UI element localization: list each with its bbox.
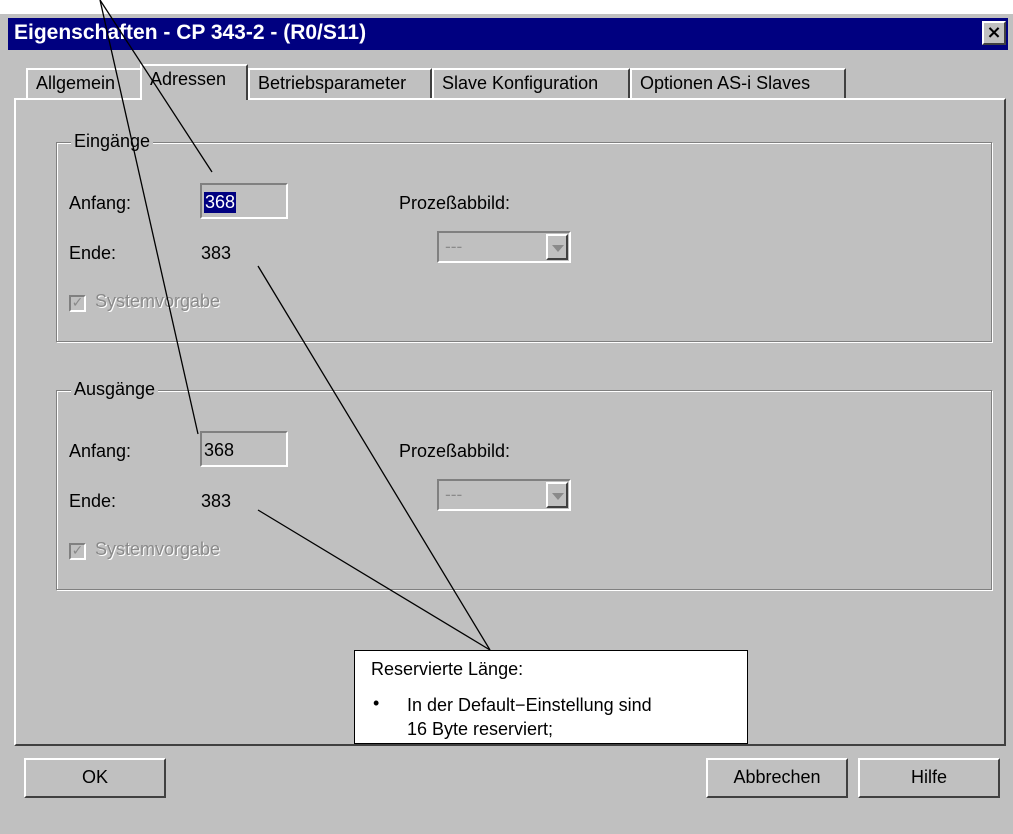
tab-slave-konfiguration[interactable]: Slave Konfiguration — [432, 68, 630, 98]
inputs-process-image-value: --- — [445, 237, 463, 256]
inputs-default-checkbox[interactable]: ✓ — [69, 295, 86, 312]
tab-slave-konfiguration-label: Slave Konfiguration — [442, 73, 599, 93]
inputs-process-image-select[interactable]: --- — [437, 231, 571, 263]
callout-text: In der Default−Einstellung sind 16 Byte … — [407, 693, 652, 741]
chevron-down-icon[interactable] — [546, 482, 568, 508]
cancel-button[interactable]: Abbrechen — [706, 758, 848, 798]
outputs-group-title: Ausgänge — [71, 379, 159, 400]
window-title: Eigenschaften - CP 343-2 - (R0/S11) — [14, 21, 367, 44]
inputs-group: Eingänge Anfang: 368 Ende: 383 Prozeßabb… — [56, 131, 992, 342]
inputs-default-label: Systemvorgabe — [95, 291, 221, 311]
inputs-end-value: 383 — [201, 243, 232, 263]
outputs-process-image-label: Prozeßabbild: — [399, 441, 511, 461]
outputs-process-image-select[interactable]: --- — [437, 479, 571, 511]
tab-betriebsparameter-label: Betriebsparameter — [258, 73, 407, 93]
tab-betriebsparameter[interactable]: Betriebsparameter — [248, 68, 432, 98]
inputs-group-title: Eingänge — [71, 131, 154, 152]
tab-adressen[interactable]: Adressen — [140, 64, 248, 100]
close-icon[interactable]: × — [982, 21, 1006, 45]
callout-line-1: In der Default−Einstellung sind — [407, 695, 652, 715]
tab-adressen-label: Adressen — [150, 69, 227, 89]
outputs-default-checkbox[interactable]: ✓ — [69, 543, 86, 560]
callout-line-2: 16 Byte reserviert; — [407, 719, 554, 739]
outputs-start-value: 368 — [204, 440, 235, 460]
tab-optionen-asi-slaves-label: Optionen AS-i Slaves — [640, 73, 811, 93]
callout-title: Reservierte Länge: — [371, 659, 524, 679]
ok-button[interactable]: OK — [24, 758, 166, 798]
chevron-down-icon[interactable] — [546, 234, 568, 260]
outputs-start-label: Anfang: — [69, 441, 132, 461]
inputs-start-field[interactable]: 368 — [200, 183, 288, 219]
annotation-callout: Reservierte Länge: • In der Default−Eins… — [354, 650, 748, 744]
tab-panel-adressen: Eingänge Anfang: 368 Ende: 383 Prozeßabb… — [14, 98, 1006, 746]
tab-optionen-asi-slaves[interactable]: Optionen AS-i Slaves — [630, 68, 846, 98]
inputs-end-label: Ende: — [69, 243, 117, 263]
outputs-end-value: 383 — [201, 491, 232, 511]
tab-allgemein[interactable]: Allgemein — [26, 68, 146, 98]
outputs-default-label: Systemvorgabe — [95, 539, 221, 559]
outputs-start-field[interactable]: 368 — [200, 431, 288, 467]
inputs-process-image-label: Prozeßabbild: — [399, 193, 511, 213]
outputs-group: Ausgänge Anfang: 368 Ende: 383 Prozeßabb… — [56, 379, 992, 590]
callout-bullet: • — [373, 693, 380, 713]
outputs-process-image-value: --- — [445, 485, 463, 504]
inputs-start-label: Anfang: — [69, 193, 132, 213]
tab-allgemein-label: Allgemein — [36, 73, 116, 93]
title-bar: Eigenschaften - CP 343-2 - (R0/S11) × — [8, 18, 1008, 50]
help-button[interactable]: Hilfe — [858, 758, 1000, 798]
outputs-end-label: Ende: — [69, 491, 117, 511]
inputs-start-value: 368 — [204, 192, 237, 213]
